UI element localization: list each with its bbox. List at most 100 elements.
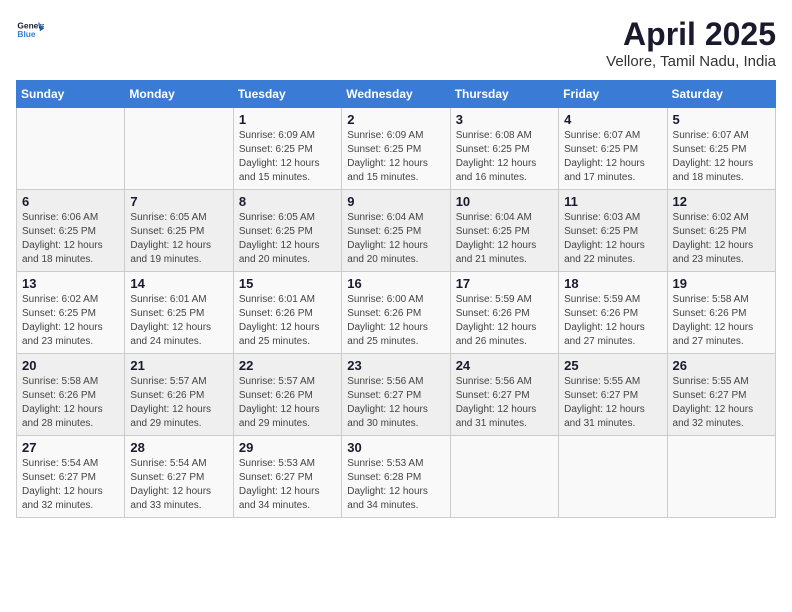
day-info: Sunrise: 6:09 AMSunset: 6:25 PMDaylight:… [347, 129, 444, 185]
weekday-row: SundayMondayTuesdayWednesdayThursdayFrid… [17, 81, 776, 108]
calendar-cell: 9 Sunrise: 6:04 AMSunset: 6:25 PMDaylight… [342, 190, 450, 272]
calendar-cell: 16 Sunrise: 6:00 AMSunset: 6:26 PMDayligh… [342, 272, 450, 354]
day-number: 9 [347, 194, 444, 209]
calendar-cell: 26Sunrise: 5:55 AMSunset: 6:27 PMDayligh… [667, 354, 775, 436]
calendar-cell: 27 Sunrise: 5:54 AMSunset: 6:27 PMDayligh… [17, 436, 125, 518]
day-number: 17 [456, 276, 553, 291]
week-row-2: 6 Sunrise: 6:06 AMSunset: 6:25 PMDaylight… [17, 190, 776, 272]
weekday-header-friday: Friday [559, 81, 667, 108]
day-number: 20 [22, 358, 119, 373]
day-info: Sunrise: 6:03 AMSunset: 6:25 PMDaylight:… [564, 211, 661, 267]
calendar-cell [450, 436, 558, 518]
day-number: 29 [239, 440, 336, 455]
calendar-cell: 25Sunrise: 5:55 AMSunset: 6:27 PMDayligh… [559, 354, 667, 436]
svg-text:Blue: Blue [17, 29, 35, 39]
day-info: Sunrise: 5:58 AMSunset: 6:26 PMDaylight:… [22, 375, 119, 431]
day-number: 2 [347, 112, 444, 127]
logo: General Blue [16, 16, 44, 44]
day-info: Sunrise: 6:05 AMSunset: 6:25 PMDaylight:… [239, 211, 336, 267]
calendar-cell [125, 108, 233, 190]
day-info: Sunrise: 5:56 AMSunset: 6:27 PMDaylight:… [347, 375, 444, 431]
day-number: 25 [564, 358, 661, 373]
week-row-5: 27 Sunrise: 5:54 AMSunset: 6:27 PMDayligh… [17, 436, 776, 518]
month-title: April 2025 [606, 16, 776, 53]
day-number: 22 [239, 358, 336, 373]
day-number: 12 [673, 194, 770, 209]
day-info: Sunrise: 6:07 AMSunset: 6:25 PMDaylight:… [564, 129, 661, 185]
day-info: Sunrise: 6:07 AMSunset: 6:25 PMDaylight:… [673, 129, 770, 185]
calendar-cell: 18 Sunrise: 5:59 AMSunset: 6:26 PMDayligh… [559, 272, 667, 354]
calendar-cell: 11 Sunrise: 6:03 AMSunset: 6:25 PMDayligh… [559, 190, 667, 272]
day-info: Sunrise: 6:04 AMSunset: 6:25 PMDaylight:… [456, 211, 553, 267]
day-info: Sunrise: 5:55 AMSunset: 6:27 PMDaylight:… [673, 375, 770, 431]
day-info: Sunrise: 6:04 AMSunset: 6:25 PMDaylight:… [347, 211, 444, 267]
week-row-1: 1 Sunrise: 6:09 AMSunset: 6:25 PMDaylight… [17, 108, 776, 190]
calendar-cell [17, 108, 125, 190]
day-info: Sunrise: 5:58 AMSunset: 6:26 PMDaylight:… [673, 293, 770, 349]
calendar-cell: 8 Sunrise: 6:05 AMSunset: 6:25 PMDaylight… [233, 190, 341, 272]
day-info: Sunrise: 5:59 AMSunset: 6:26 PMDaylight:… [456, 293, 553, 349]
location: Vellore, Tamil Nadu, India [606, 53, 776, 70]
calendar-cell: 30 Sunrise: 5:53 AMSunset: 6:28 PMDayligh… [342, 436, 450, 518]
day-info: Sunrise: 5:53 AMSunset: 6:27 PMDaylight:… [239, 457, 336, 513]
logo-icon: General Blue [16, 16, 44, 44]
day-number: 30 [347, 440, 444, 455]
calendar-cell: 22Sunrise: 5:57 AMSunset: 6:26 PMDayligh… [233, 354, 341, 436]
calendar-cell: 10 Sunrise: 6:04 AMSunset: 6:25 PMDayligh… [450, 190, 558, 272]
calendar-cell: 19 Sunrise: 5:58 AMSunset: 6:26 PMDayligh… [667, 272, 775, 354]
calendar-cell [667, 436, 775, 518]
calendar-cell: 15 Sunrise: 6:01 AMSunset: 6:26 PMDayligh… [233, 272, 341, 354]
day-info: Sunrise: 5:54 AMSunset: 6:27 PMDaylight:… [130, 457, 227, 513]
calendar-body: 1 Sunrise: 6:09 AMSunset: 6:25 PMDaylight… [17, 108, 776, 518]
day-info: Sunrise: 5:59 AMSunset: 6:26 PMDaylight:… [564, 293, 661, 349]
calendar-cell: 20 Sunrise: 5:58 AMSunset: 6:26 PMDayligh… [17, 354, 125, 436]
weekday-header-monday: Monday [125, 81, 233, 108]
title-block: April 2025 Vellore, Tamil Nadu, India [606, 16, 776, 70]
day-number: 16 [347, 276, 444, 291]
day-info: Sunrise: 6:01 AMSunset: 6:26 PMDaylight:… [239, 293, 336, 349]
day-info: Sunrise: 6:02 AMSunset: 6:25 PMDaylight:… [673, 211, 770, 267]
calendar-table: SundayMondayTuesdayWednesdayThursdayFrid… [16, 80, 776, 518]
calendar-cell: 12 Sunrise: 6:02 AMSunset: 6:25 PMDayligh… [667, 190, 775, 272]
day-number: 7 [130, 194, 227, 209]
day-number: 10 [456, 194, 553, 209]
day-number: 1 [239, 112, 336, 127]
calendar-cell: 3Sunrise: 6:08 AMSunset: 6:25 PMDaylight… [450, 108, 558, 190]
calendar-cell: 4Sunrise: 6:07 AMSunset: 6:25 PMDaylight… [559, 108, 667, 190]
calendar-cell: 21Sunrise: 5:57 AMSunset: 6:26 PMDayligh… [125, 354, 233, 436]
day-number: 13 [22, 276, 119, 291]
day-info: Sunrise: 6:05 AMSunset: 6:25 PMDaylight:… [130, 211, 227, 267]
calendar-cell: 1 Sunrise: 6:09 AMSunset: 6:25 PMDaylight… [233, 108, 341, 190]
day-number: 18 [564, 276, 661, 291]
weekday-header-thursday: Thursday [450, 81, 558, 108]
day-info: Sunrise: 5:53 AMSunset: 6:28 PMDaylight:… [347, 457, 444, 513]
day-number: 8 [239, 194, 336, 209]
day-number: 15 [239, 276, 336, 291]
day-info: Sunrise: 6:06 AMSunset: 6:25 PMDaylight:… [22, 211, 119, 267]
day-number: 6 [22, 194, 119, 209]
weekday-header-wednesday: Wednesday [342, 81, 450, 108]
week-row-3: 13Sunrise: 6:02 AMSunset: 6:25 PMDayligh… [17, 272, 776, 354]
calendar-cell: 5Sunrise: 6:07 AMSunset: 6:25 PMDaylight… [667, 108, 775, 190]
day-number: 24 [456, 358, 553, 373]
weekday-header-sunday: Sunday [17, 81, 125, 108]
day-info: Sunrise: 6:09 AMSunset: 6:25 PMDaylight:… [239, 129, 336, 185]
day-info: Sunrise: 5:57 AMSunset: 6:26 PMDaylight:… [130, 375, 227, 431]
calendar-cell: 14 Sunrise: 6:01 AMSunset: 6:25 PMDayligh… [125, 272, 233, 354]
day-number: 11 [564, 194, 661, 209]
week-row-4: 20 Sunrise: 5:58 AMSunset: 6:26 PMDayligh… [17, 354, 776, 436]
calendar-cell: 24 Sunrise: 5:56 AMSunset: 6:27 PMDayligh… [450, 354, 558, 436]
day-number: 19 [673, 276, 770, 291]
day-info: Sunrise: 6:08 AMSunset: 6:25 PMDaylight:… [456, 129, 553, 185]
day-number: 28 [130, 440, 227, 455]
day-info: Sunrise: 6:01 AMSunset: 6:25 PMDaylight:… [130, 293, 227, 349]
calendar-header: SundayMondayTuesdayWednesdayThursdayFrid… [17, 81, 776, 108]
day-info: Sunrise: 5:56 AMSunset: 6:27 PMDaylight:… [456, 375, 553, 431]
day-number: 27 [22, 440, 119, 455]
day-info: Sunrise: 6:00 AMSunset: 6:26 PMDaylight:… [347, 293, 444, 349]
page-header: General Blue April 2025 Vellore, Tamil N… [16, 16, 776, 70]
calendar-cell: 23Sunrise: 5:56 AMSunset: 6:27 PMDayligh… [342, 354, 450, 436]
calendar-cell: 28 Sunrise: 5:54 AMSunset: 6:27 PMDayligh… [125, 436, 233, 518]
day-number: 14 [130, 276, 227, 291]
day-info: Sunrise: 5:54 AMSunset: 6:27 PMDaylight:… [22, 457, 119, 513]
